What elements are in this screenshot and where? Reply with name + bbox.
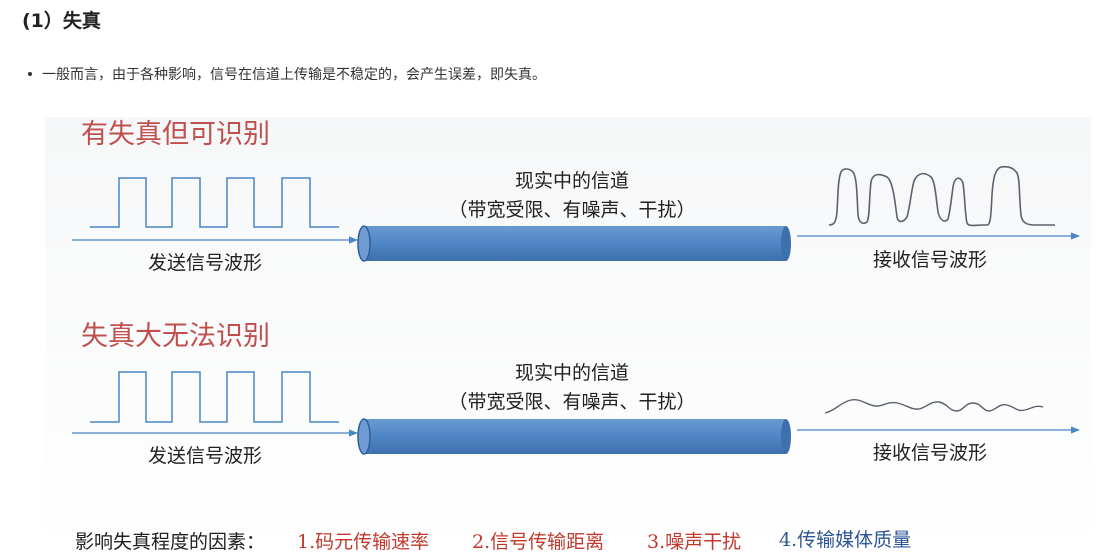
receive-label: 接收信号波形	[873, 442, 987, 464]
factor-item: 1.码元传输速率	[297, 531, 429, 552]
channel-constraints: （带宽受限、有噪声、干扰）	[448, 391, 695, 413]
panel-title: 有失真但可识别	[81, 119, 270, 150]
sent-square-wave	[90, 371, 339, 423]
channel-label: 现实中的信道	[515, 362, 629, 384]
sent-square-wave	[90, 177, 339, 228]
panel-title: 失真大无法识别	[81, 321, 270, 352]
channel-constraints: （带宽受限、有噪声、干扰）	[448, 199, 695, 221]
send-label: 发送信号波形	[148, 252, 262, 274]
panel-unrecognizable: 失真大无法识别 发送信号波形 现实中的信道 （带宽受限、有噪声、干扰） 接收信号…	[72, 321, 1080, 467]
send-label: 发送信号波形	[148, 445, 262, 467]
received-wave-unrecognizable	[824, 398, 1044, 414]
factor-item: 4.传输媒体质量	[779, 529, 911, 551]
bullet-item: 一般而言，由于各种影响，信号在信道上传输是不稳定的，会产生误差，即失真。	[28, 64, 546, 84]
receive-label: 接收信号波形	[873, 249, 987, 271]
bullet-dot-icon	[28, 72, 32, 76]
section-heading: (1）失真	[22, 10, 101, 32]
factors-prefix: 影响失真程度的因素：	[75, 531, 265, 552]
factor-item: 2.信号传输距离	[472, 531, 604, 552]
distortion-factors: 影响失真程度的因素： 1.码元传输速率 2.信号传输距离 3.噪声干扰 4.传输…	[75, 529, 911, 552]
channel-pipe	[357, 418, 791, 455]
panel-recognizable: 有失真但可识别 发送信号波形 现实中的信道 （带宽受限、有噪声、干扰） 接收信号…	[72, 119, 1080, 274]
channel-pipe	[357, 225, 791, 262]
bullet-text: 一般而言，由于各种影响，信号在信道上传输是不稳定的，会产生误差，即失真。	[42, 67, 546, 83]
received-wave-distorted	[828, 165, 1055, 227]
distortion-diagram: 有失真但可识别 发送信号波形 现实中的信道 （带宽受限、有噪声、干扰） 接收信号…	[72, 119, 1080, 552]
channel-label: 现实中的信道	[515, 170, 629, 192]
distortion-figure: 有失真但可识别 发送信号波形 现实中的信道 （带宽受限、有噪声、干扰） 接收信号…	[45, 117, 1091, 552]
factor-item: 3.噪声干扰	[647, 531, 741, 552]
